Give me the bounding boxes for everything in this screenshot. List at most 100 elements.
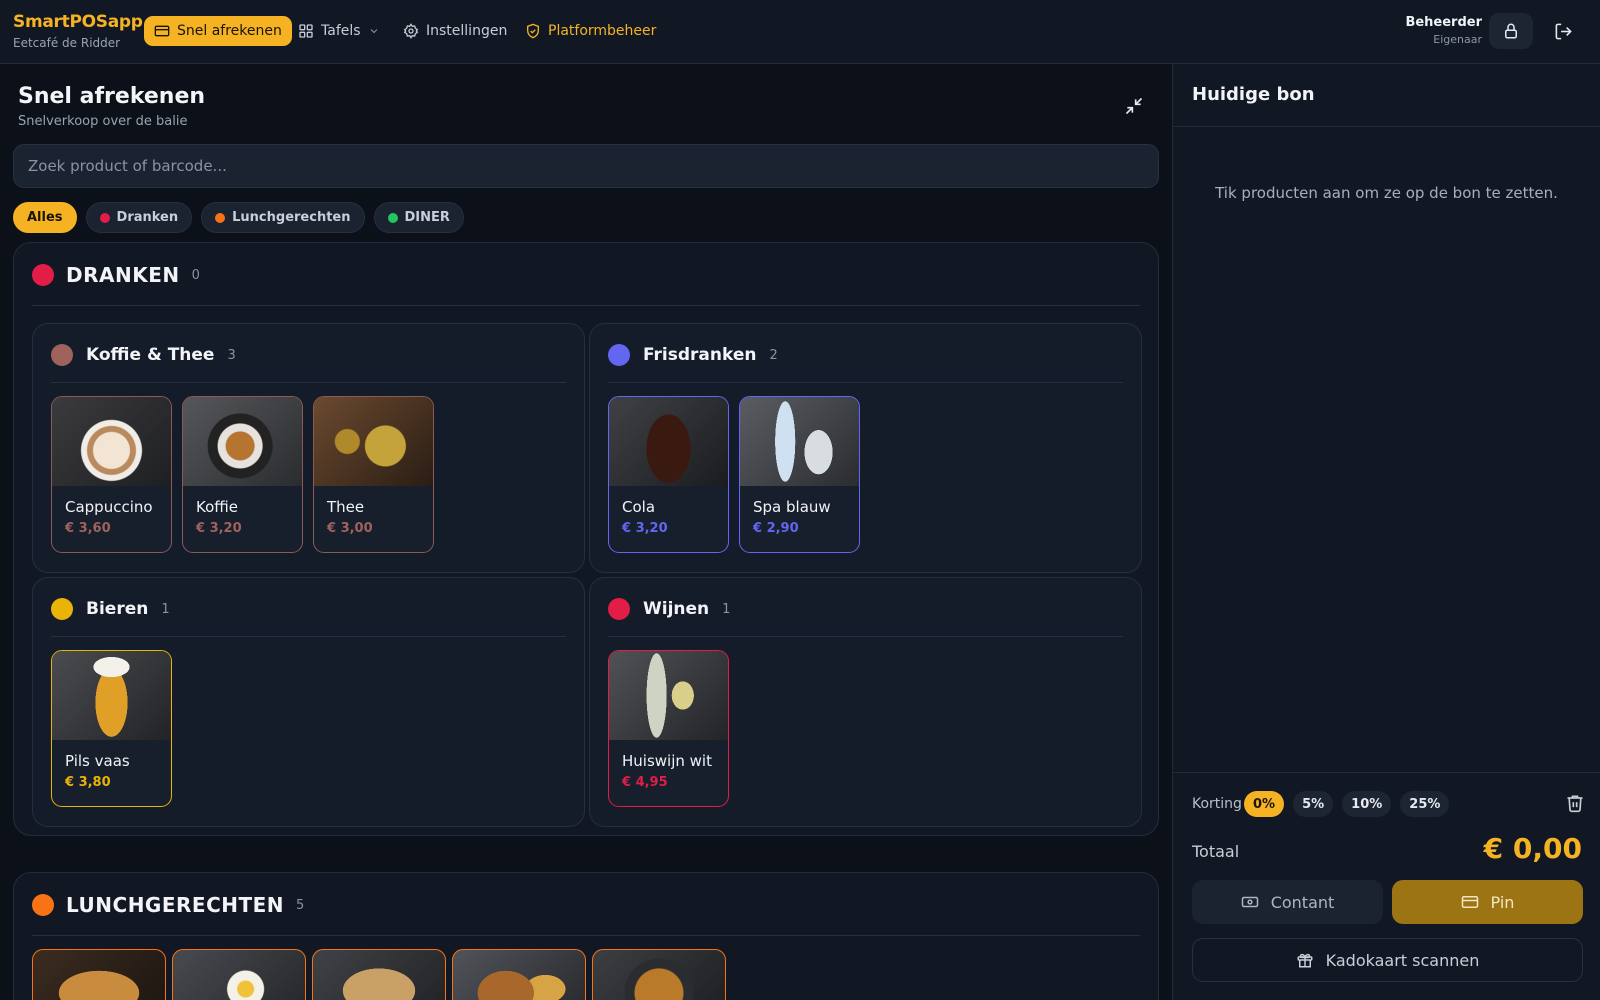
product-card[interactable]: Cappuccino € 3,60 <box>51 396 172 553</box>
group-dot <box>51 598 73 620</box>
group-title: Wijnen <box>643 599 710 619</box>
page-title: Snel afrekenen <box>18 84 206 109</box>
shield-check-icon <box>527 23 539 39</box>
nav-settings-label: Instellingen <box>426 23 508 39</box>
section-drinks-count: 0 <box>191 267 200 283</box>
product-name: Huiswijn wit <box>622 752 712 770</box>
product-card[interactable]: Huiswijn wit € 4,95 <box>608 650 729 807</box>
nav-quick-checkout[interactable]: Snel afrekenen <box>144 16 292 46</box>
nav-quick-checkout-label: Snel afrekenen <box>177 23 282 39</box>
section-lunch-title: LUNCHGERECHTEN <box>66 893 285 917</box>
discount-10[interactable]: 10% <box>1342 791 1392 817</box>
nav-platform-label: Platformbeheer <box>548 23 657 39</box>
filter-dinner-label: DINER <box>404 210 450 225</box>
section-drinks-title: DRANKEN <box>66 263 180 287</box>
product-card[interactable]: Koffie € 3,20 <box>182 396 303 553</box>
group-count: 3 <box>227 347 236 363</box>
group-dot <box>608 598 630 620</box>
receipt-title: Huidige bon <box>1192 84 1315 105</box>
section-drinks-dot <box>32 264 54 286</box>
product-card[interactable] <box>452 949 586 1000</box>
filter-all-label: Alles <box>27 210 63 225</box>
cash-button[interactable]: Contant <box>1192 880 1383 924</box>
product-price: € 3,80 <box>65 775 111 790</box>
section-lunch-count: 5 <box>296 897 305 913</box>
product-image <box>609 397 728 486</box>
nav-tables[interactable]: Tafels <box>288 16 390 46</box>
nav-tables-label: Tafels <box>321 23 361 39</box>
product-name: Cappuccino <box>65 498 153 516</box>
product-card[interactable] <box>312 949 446 1000</box>
product-image <box>183 397 302 486</box>
product-card[interactable]: Cola € 3,20 <box>608 396 729 553</box>
group-dot <box>608 344 630 366</box>
filter-lunch[interactable]: Lunchgerechten <box>201 202 365 233</box>
filter-drinks-label: Dranken <box>116 210 179 225</box>
group-soft-drinks: Frisdranken 2 Cola € 3,20 Spa blauw € 2,… <box>589 323 1142 573</box>
brand[interactable]: SmartPOSapp Eetcafé de Ridder <box>13 12 143 50</box>
group-title: Bieren <box>86 599 149 619</box>
product-card[interactable] <box>32 949 166 1000</box>
product-card[interactable]: Thee € 3,00 <box>313 396 434 553</box>
receipt-empty-message: Tik producten aan om ze op de bon te zet… <box>1215 184 1558 202</box>
product-price: € 3,20 <box>196 521 242 536</box>
gift-card-button[interactable]: Kadokaart scannen <box>1192 938 1583 982</box>
user-info: Beheerder Eigenaar <box>1405 15 1482 46</box>
filter-all[interactable]: Alles <box>13 202 77 233</box>
group-title: Frisdranken <box>643 345 757 365</box>
user-role: Eigenaar <box>1433 33 1482 46</box>
total-label: Totaal <box>1192 842 1240 861</box>
credit-card-icon <box>154 25 170 37</box>
group-beers: Bieren 1 Pils vaas € 3,80 <box>32 577 585 827</box>
product-image <box>52 651 171 740</box>
nav-settings[interactable]: Instellingen <box>393 16 517 46</box>
group-count: 1 <box>722 601 731 617</box>
section-lunch: LUNCHGERECHTEN 5 <box>13 872 1159 1000</box>
trash-icon[interactable] <box>1565 793 1585 813</box>
logout-button[interactable] <box>1551 19 1575 43</box>
group-coffee-tea: Koffie & Thee 3 Cappuccino € 3,60 Koffie… <box>32 323 585 573</box>
filter-lunch-dot <box>215 212 226 223</box>
product-card[interactable] <box>172 949 306 1000</box>
gift-card-button-label: Kadokaart scannen <box>1325 950 1480 970</box>
section-drinks: DRANKEN 0 Koffie & Thee 3 Cappuccino € 3… <box>13 242 1159 836</box>
product-image <box>314 397 433 486</box>
product-name: Spa blauw <box>753 498 831 516</box>
page-subtitle: Snelverkoop over de balie <box>18 114 188 129</box>
filter-dinner[interactable]: DINER <box>373 202 464 233</box>
logout-icon <box>1555 23 1572 39</box>
group-count: 2 <box>769 347 778 363</box>
lock-button[interactable] <box>1489 13 1533 49</box>
gear-icon <box>403 23 419 39</box>
pin-button[interactable]: Pin <box>1392 880 1583 924</box>
search-input[interactable] <box>13 144 1159 188</box>
product-name: Thee <box>327 498 365 516</box>
category-filters: Alles Dranken Lunchgerechten DINER <box>13 202 464 233</box>
nav-platform[interactable]: Platformbeheer <box>515 16 666 46</box>
discount-label: Korting <box>1192 796 1242 812</box>
gift-icon <box>1297 953 1313 968</box>
discount-25[interactable]: 25% <box>1400 791 1450 817</box>
chevron-down-icon <box>370 29 377 34</box>
banknote-icon <box>1241 896 1258 908</box>
product-price: € 3,20 <box>622 521 668 536</box>
discount-5[interactable]: 5% <box>1293 791 1334 817</box>
product-name: Koffie <box>196 498 238 516</box>
product-image <box>52 397 171 486</box>
product-card[interactable] <box>592 949 726 1000</box>
product-name: Pils vaas <box>65 752 130 770</box>
cash-button-label: Contant <box>1270 892 1335 912</box>
group-dot <box>51 344 73 366</box>
group-title: Koffie & Thee <box>86 345 215 365</box>
product-card[interactable]: Pils vaas € 3,80 <box>51 650 172 807</box>
grid-icon <box>299 24 313 38</box>
credit-card-icon <box>1461 896 1478 908</box>
discount-0[interactable]: 0% <box>1244 791 1285 817</box>
group-wines: Wijnen 1 Huiswijn wit € 4,95 <box>589 577 1142 827</box>
group-count: 1 <box>161 601 170 617</box>
filter-drinks[interactable]: Dranken <box>85 202 193 233</box>
product-card[interactable]: Spa blauw € 2,90 <box>739 396 860 553</box>
minimize-icon[interactable] <box>1124 96 1144 116</box>
brand-name: SmartPOSapp <box>13 12 143 32</box>
lock-icon <box>1505 23 1517 39</box>
